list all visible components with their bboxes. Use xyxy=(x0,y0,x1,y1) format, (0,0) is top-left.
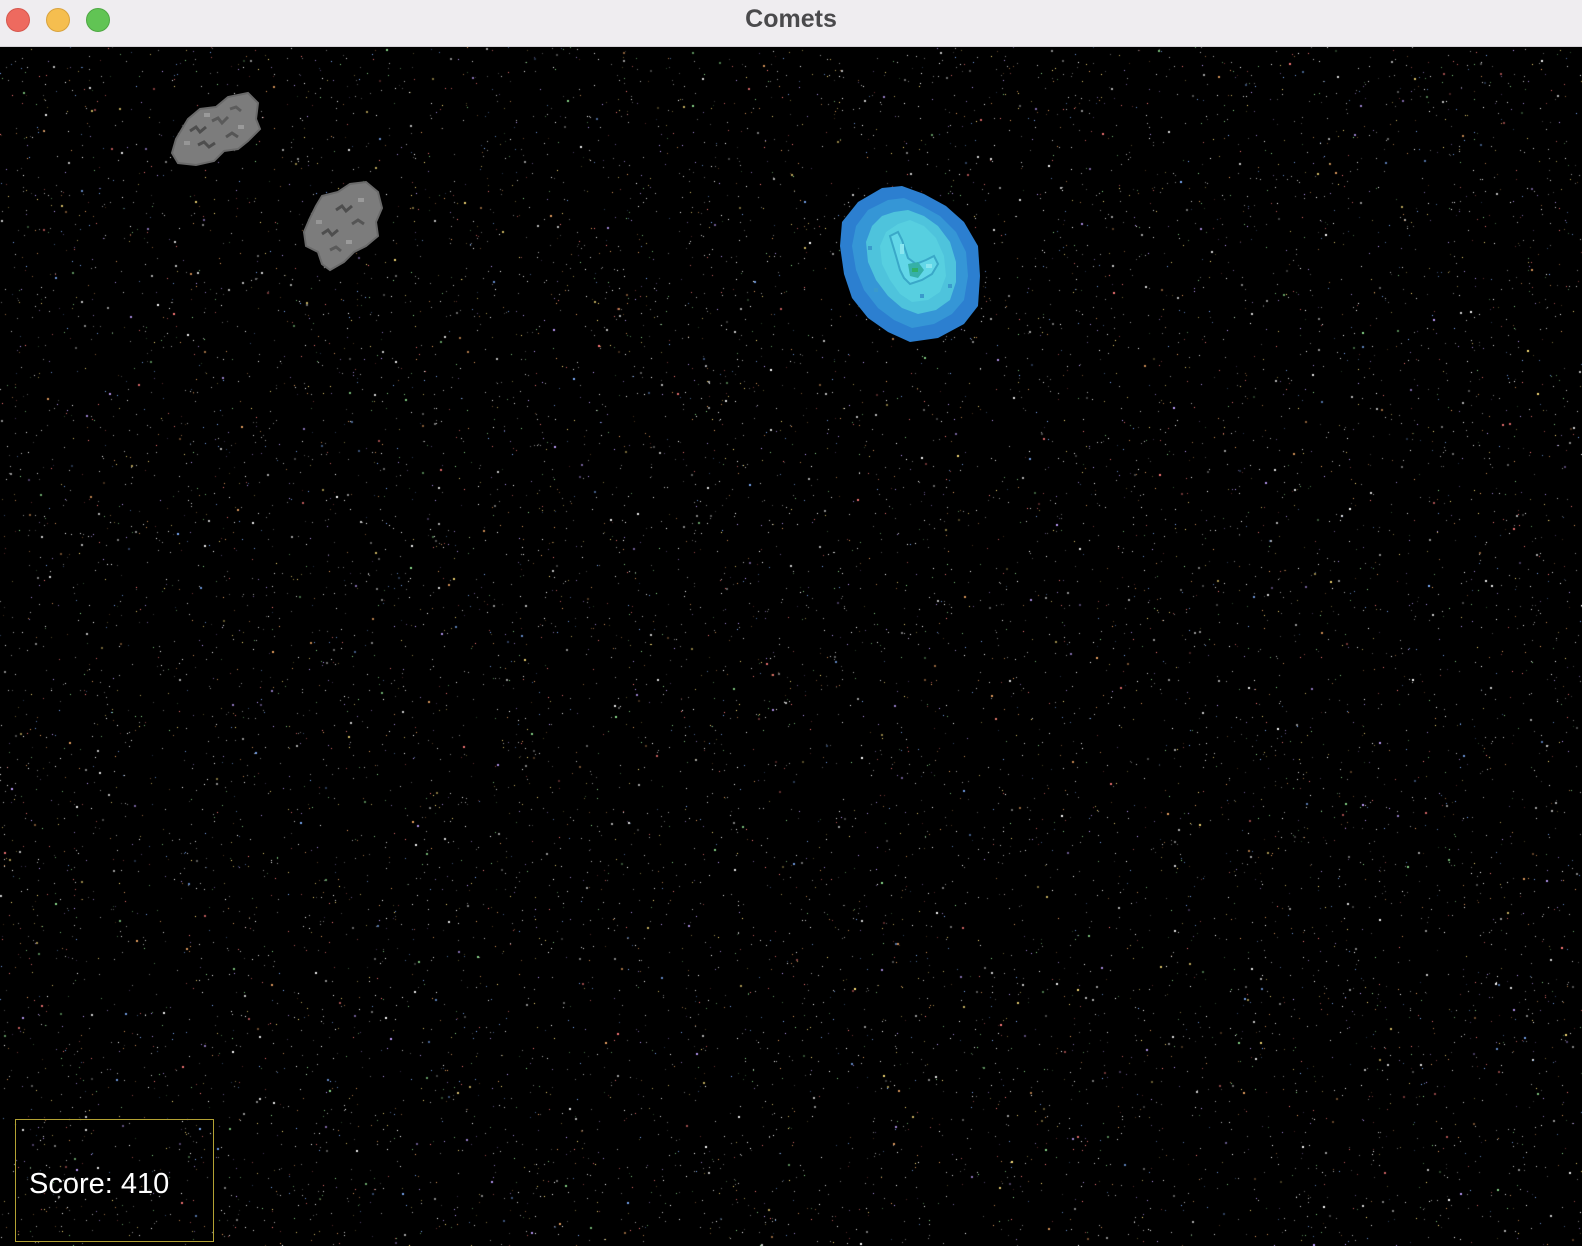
starfield-background xyxy=(0,47,1582,1246)
title-bar: Comets xyxy=(0,0,1582,47)
window-title: Comets xyxy=(745,5,837,33)
spaceship-shield-icon[interactable] xyxy=(838,184,984,344)
score-label: Score: 410 xyxy=(29,1168,170,1200)
game-window: Comets Score: 410 xyxy=(0,0,1582,1246)
score-panel: Score: 410 xyxy=(15,1119,214,1242)
asteroid-icon xyxy=(302,180,384,272)
asteroid-icon xyxy=(170,91,262,167)
game-playfield[interactable]: Score: 410 xyxy=(0,47,1582,1246)
